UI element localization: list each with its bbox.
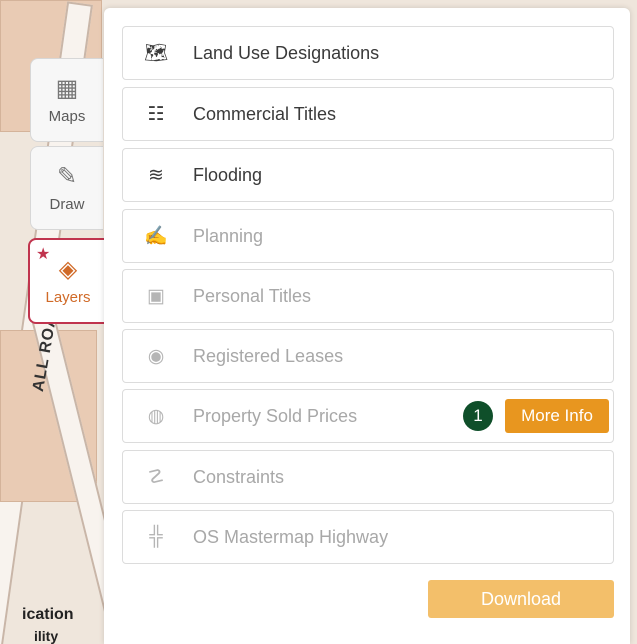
more-info-button[interactable]: More Info <box>505 399 609 433</box>
layers-button[interactable]: ★ ◈ Layers <box>28 238 106 324</box>
draw-button[interactable]: ✎ Draw <box>30 146 103 230</box>
layer-constraints[interactable]: ☡ Constraints <box>122 450 614 504</box>
layer-label: Registered Leases <box>193 345 344 366</box>
coins-icon: ◍ <box>147 405 165 427</box>
layer-label: Flooding <box>193 164 263 185</box>
layer-label: Planning <box>193 225 264 246</box>
title-icon: ▣ <box>147 285 165 307</box>
step-badge: 1 <box>463 401 493 431</box>
layer-commercial-titles[interactable]: ☷ Commercial Titles <box>122 87 614 141</box>
lease-icon: ◉ <box>147 345 165 367</box>
layers-icon: ◈ <box>58 255 78 283</box>
layer-personal-titles[interactable]: ▣ Personal Titles <box>122 269 614 323</box>
map-label: ication <box>22 606 74 623</box>
road-icon: ╬ <box>149 526 163 547</box>
maps-label: Maps <box>48 107 86 125</box>
grid-icon: ▦ <box>55 74 79 102</box>
layer-label: OS Mastermap Highway <box>193 526 389 547</box>
planning-icon: ✍ <box>144 226 168 247</box>
layer-flooding[interactable]: ≋ Flooding <box>122 148 614 202</box>
waves-icon: ≋ <box>148 164 164 186</box>
hand-icon: ☷ <box>147 103 165 125</box>
layer-label: Constraints <box>193 466 285 487</box>
maps-button[interactable]: ▦ Maps <box>30 58 103 142</box>
layers-panel: 🗺 Land Use Designations ☷ Commercial Tit… <box>104 8 630 644</box>
layer-label: Personal Titles <box>193 285 312 306</box>
map-label: ility <box>34 628 59 644</box>
layer-label: Commercial Titles <box>193 103 337 124</box>
constraints-icon: ☡ <box>147 466 165 488</box>
star-icon: ★ <box>36 246 51 263</box>
layer-label: Land Use Designations <box>193 42 380 63</box>
layer-planning[interactable]: ✍ Planning <box>122 209 614 263</box>
download-button[interactable]: Download <box>428 580 614 618</box>
layer-registered-leases[interactable]: ◉ Registered Leases <box>122 329 614 383</box>
layers-label: Layers <box>45 288 91 306</box>
map-icon: 🗺 <box>143 43 169 64</box>
layer-label: Property Sold Prices <box>193 405 358 426</box>
pencil-icon: ✎ <box>56 162 78 190</box>
layer-property-sold-prices[interactable]: ◍ Property Sold Prices 1 More Info <box>122 389 614 443</box>
draw-label: Draw <box>49 195 85 213</box>
layer-land-use-designations[interactable]: 🗺 Land Use Designations <box>122 26 614 80</box>
layer-os-mastermap-highway[interactable]: ╬ OS Mastermap Highway <box>122 510 614 564</box>
